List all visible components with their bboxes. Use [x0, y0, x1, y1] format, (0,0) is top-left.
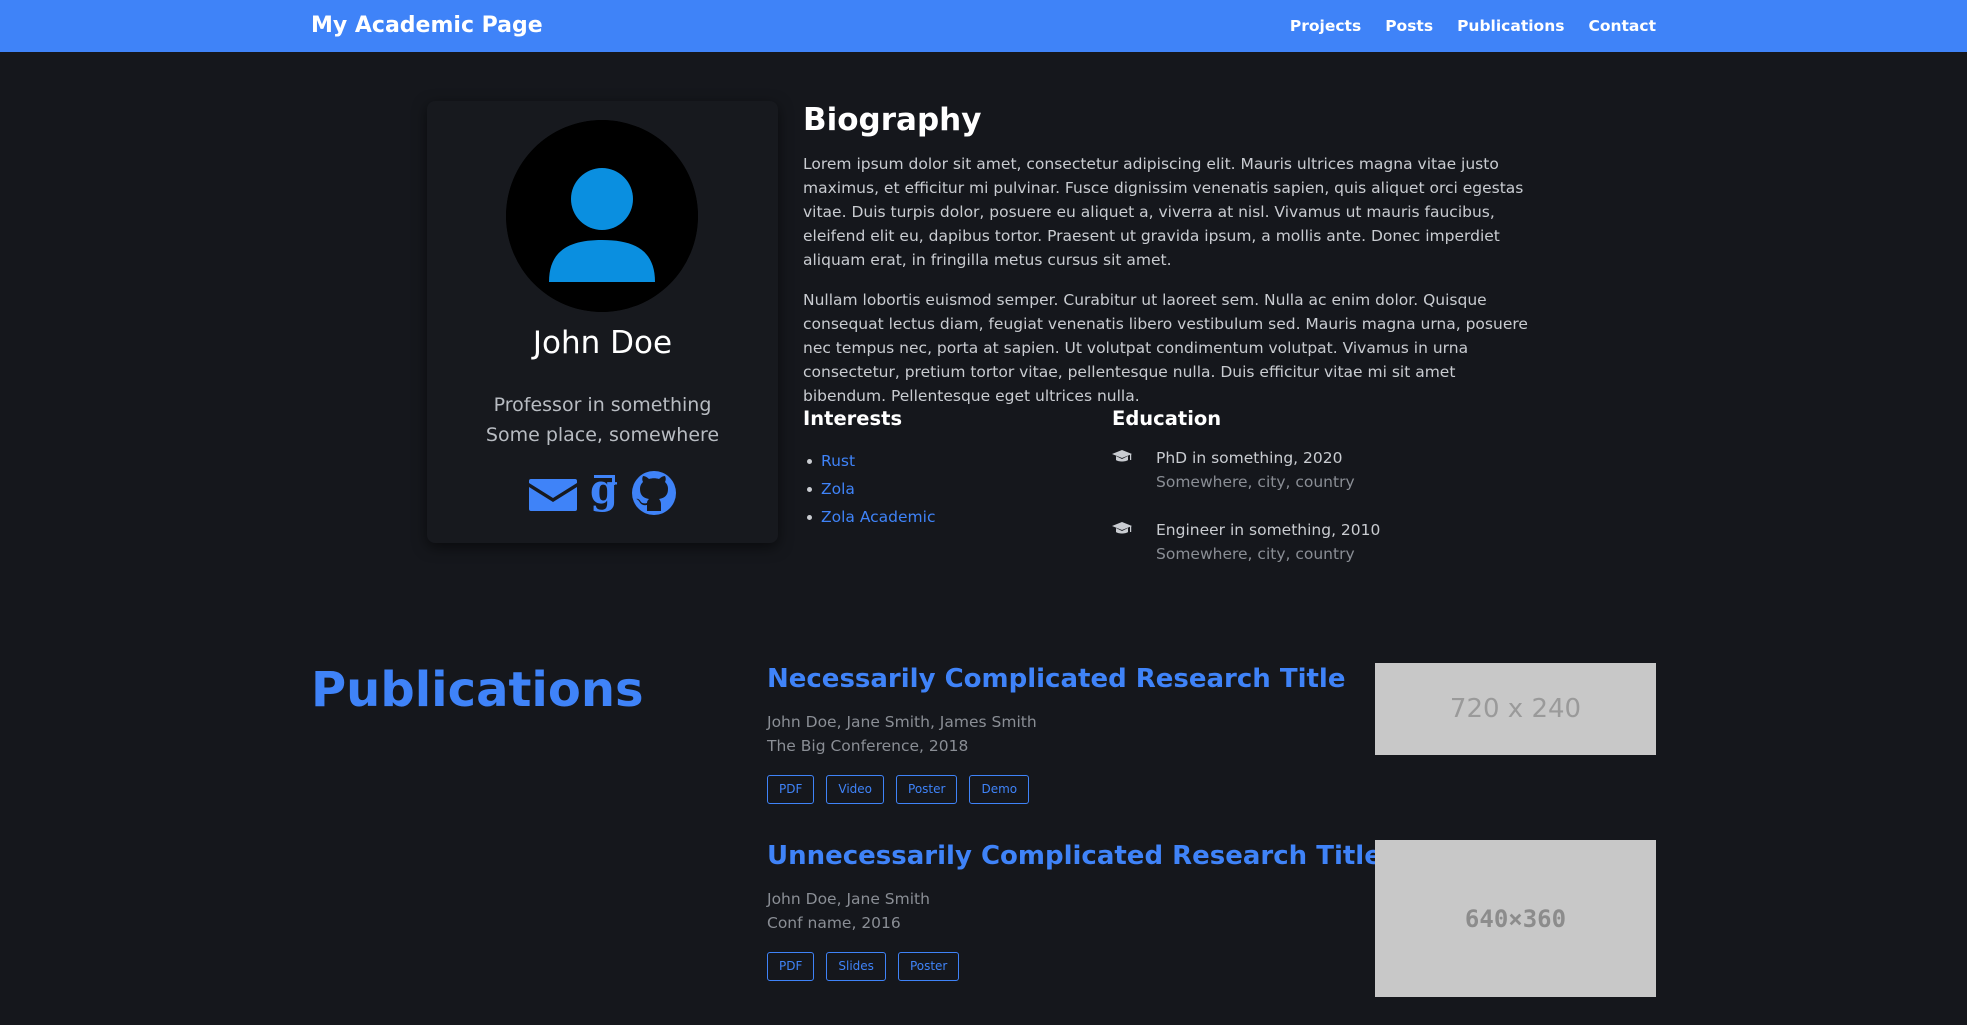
publication-venue: The Big Conference, 2018 [767, 737, 969, 755]
pdf-button[interactable]: PDF [767, 952, 815, 981]
publication-thumbnail: 640×360 [1375, 840, 1656, 997]
interest-link-zola-academic[interactable]: Zola Academic [821, 508, 936, 526]
interests-list: Rust Zola Zola Academic [807, 447, 936, 531]
publication-buttons: PDF Slides Poster [767, 952, 960, 981]
nav-link-projects[interactable]: Projects [1290, 15, 1361, 37]
education-place: Somewhere, city, country [1156, 545, 1355, 563]
education-place: Somewhere, city, country [1156, 473, 1355, 491]
demo-button[interactable]: Demo [969, 775, 1030, 804]
publication-thumbnail: 720 x 240 [1375, 663, 1656, 755]
interest-link-rust[interactable]: Rust [821, 452, 855, 470]
education-degree: PhD in something, 2020 [1156, 449, 1343, 467]
envelope-icon[interactable] [528, 469, 578, 517]
profile-card: John Doe Professor in something Some pla… [427, 101, 778, 543]
biography-paragraph: Lorem ipsum dolor sit amet, consectetur … [803, 155, 1524, 269]
publication-title-link[interactable]: Unnecessarily Complicated Research Title [767, 837, 1382, 875]
profile-place: Some place, somewhere [485, 424, 720, 446]
education-title: Education [1112, 407, 1222, 430]
nav-link-posts[interactable]: Posts [1385, 15, 1433, 37]
graduation-cap-icon [1112, 522, 1132, 536]
nav-links: Projects Posts Publications Contact [1266, 15, 1656, 37]
profile-name: John Doe [532, 325, 673, 361]
publication-buttons: PDF Video Poster Demo [767, 775, 1030, 804]
nav-link-publications[interactable]: Publications [1457, 15, 1564, 37]
poster-button[interactable]: Poster [896, 775, 958, 804]
interests-title: Interests [803, 407, 903, 430]
biography-title: Biography [803, 102, 982, 138]
poster-button[interactable]: Poster [897, 952, 960, 981]
video-button[interactable]: Video [826, 775, 885, 804]
avatar [506, 120, 698, 312]
pdf-button[interactable]: PDF [767, 775, 815, 804]
publication-authors: John Doe, Jane Smith, James Smith [767, 713, 1037, 731]
nav-link-contact[interactable]: Contact [1588, 15, 1656, 37]
slides-button[interactable]: Slides [826, 952, 886, 981]
biography-paragraph: Nullam lobortis euismod semper. Curabitu… [803, 291, 1528, 405]
publications-title: Publications [311, 662, 644, 718]
social-links: g [427, 469, 778, 517]
profile-role: Professor in something [493, 394, 712, 416]
user-avatar-icon [506, 120, 698, 312]
navbar: My Academic Page Projects Posts Publicat… [0, 0, 1967, 52]
education-degree: Engineer in something, 2010 [1156, 521, 1381, 539]
google-scholar-icon[interactable]: g [586, 469, 622, 517]
github-icon[interactable] [630, 469, 678, 517]
list-item: Zola [807, 475, 936, 503]
publication-authors: John Doe, Jane Smith [767, 890, 930, 908]
site-brand-link[interactable]: My Academic Page [311, 11, 543, 41]
publication-title-link[interactable]: Necessarily Complicated Research Title [767, 660, 1345, 698]
graduation-cap-icon [1112, 450, 1132, 464]
list-item: Zola Academic [807, 503, 936, 531]
publication-venue: Conf name, 2016 [767, 914, 901, 932]
interest-link-zola[interactable]: Zola [821, 480, 855, 498]
list-item: Rust [807, 447, 936, 475]
